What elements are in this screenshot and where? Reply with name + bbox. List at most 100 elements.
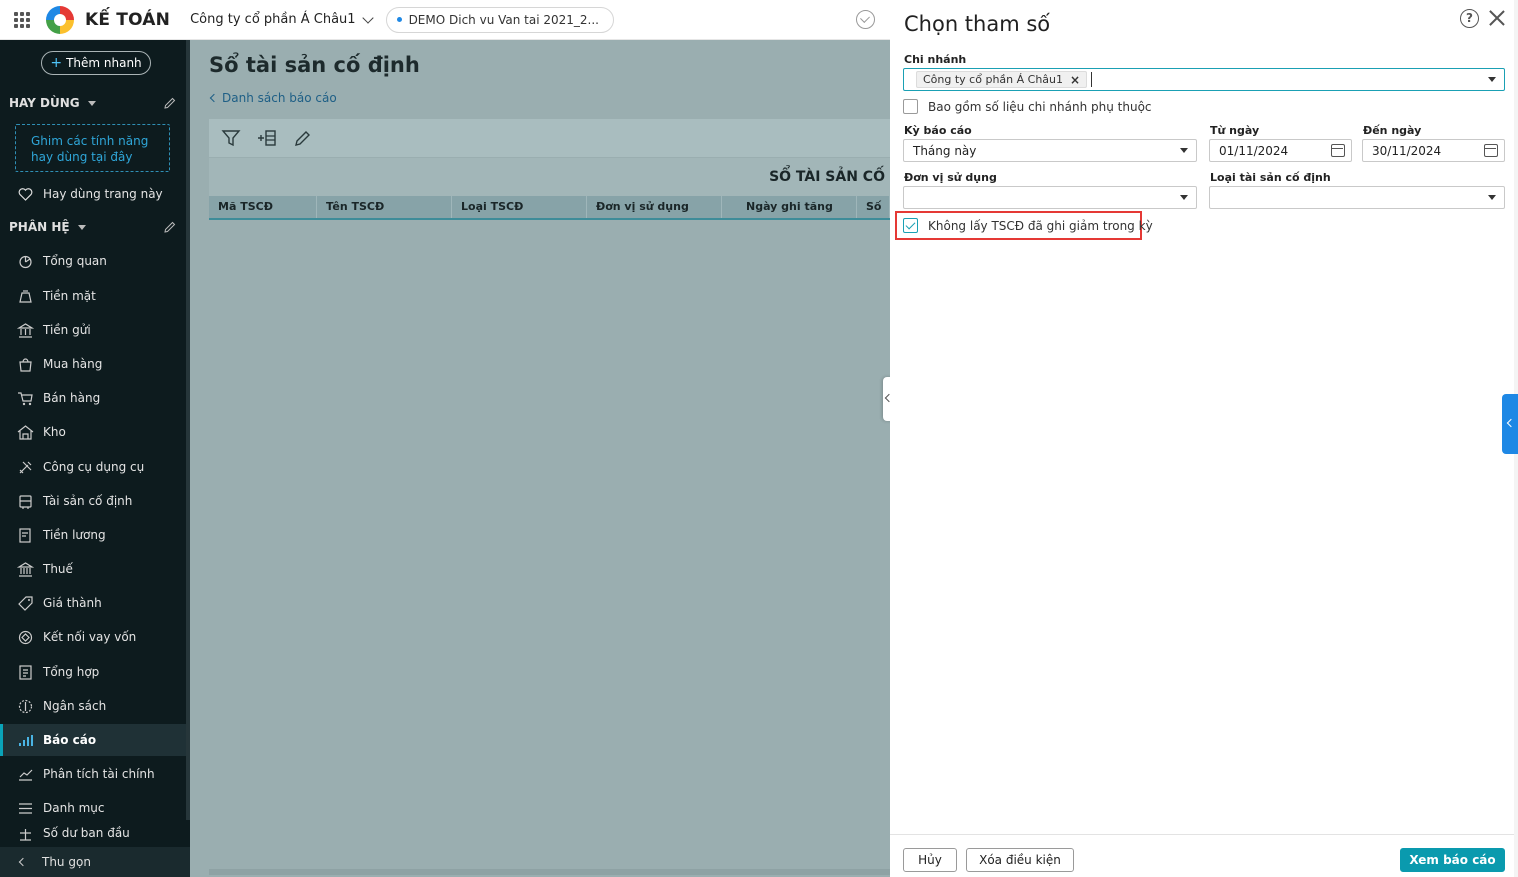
report-grid-header: Mã TSCĐ Tên TSCĐ Loại TSCĐ Đơn vị sử dụng Ng… <box>209 196 890 220</box>
chevron-left-icon <box>209 93 219 103</box>
calendar-icon[interactable] <box>1331 144 1345 157</box>
modules-section-header[interactable]: PHÂN HỆ <box>9 220 86 234</box>
column-header[interactable]: Tên TSCĐ <box>317 196 452 218</box>
heart-icon <box>18 187 33 201</box>
apps-grid-icon[interactable] <box>14 11 30 28</box>
sidebar-item-15[interactable]: Báo cáo <box>0 724 186 756</box>
include-sub-branch-checkbox[interactable] <box>903 99 918 114</box>
edit-icon[interactable] <box>293 129 313 147</box>
column-header[interactable]: Ngày ghi tăng <box>722 196 857 218</box>
report-toolbar <box>209 119 890 157</box>
calendar-icon[interactable] <box>1484 144 1498 157</box>
remove-tag-icon[interactable]: × <box>1070 73 1080 87</box>
database-name: DEMO Dich vu Van tai 2021_2... <box>408 12 599 27</box>
sidebar-item-6[interactable]: Kho <box>0 416 186 448</box>
sidebar-item-label: Tài sản cố định <box>43 494 133 508</box>
warehouse-icon <box>17 424 34 440</box>
column-header[interactable]: Mã TSCĐ <box>209 196 317 218</box>
parameter-panel: Chọn tham số ? Chi nhánh Công ty cổ phần… <box>890 0 1514 877</box>
sidebar-item-label: Tổng hợp <box>43 665 100 679</box>
sidebar-item-4[interactable]: Mua hàng <box>0 348 186 380</box>
database-selector[interactable]: DEMO Dich vu Van tai 2021_2... <box>385 6 614 33</box>
edit-favorites-icon[interactable] <box>164 97 176 109</box>
bank-deposit-icon <box>17 322 34 338</box>
clear-conditions-button[interactable]: Xóa điều kiện <box>966 848 1074 872</box>
collapse-label: Thu gọn <box>42 855 91 869</box>
cash-icon <box>19 289 32 303</box>
branch-multiselect[interactable]: Công ty cổ phần Á Châu1 × <box>903 68 1505 91</box>
branch-tag-label: Công ty cổ phần Á Châu1 <box>923 73 1064 86</box>
cart-icon <box>18 391 33 405</box>
view-report-button[interactable]: Xem báo cáo <box>1400 848 1505 872</box>
sidebar-item-label: Danh mục <box>43 801 105 815</box>
collapse-sidebar-button[interactable]: Thu gọn <box>0 847 190 877</box>
add-column-icon[interactable] <box>257 129 277 147</box>
sidebar-item-label: Tiền lương <box>43 528 106 542</box>
sidebar-item-16[interactable]: Phân tích tài chính <box>0 758 186 790</box>
include-sub-branch-label: Bao gồm số liệu chi nhánh phụ thuộc <box>928 99 1152 114</box>
from-date-input[interactable]: 01/11/2024 <box>1209 139 1352 162</box>
sidebar-item-3[interactable]: Tiền gửi <box>0 314 186 346</box>
from-date-value: 01/11/2024 <box>1219 143 1289 158</box>
caret-down-icon <box>87 100 96 106</box>
company-selector[interactable]: Công ty cổ phần Á Châu1 <box>190 11 374 27</box>
caret-down-icon[interactable] <box>1488 77 1496 82</box>
sidebar-item-18[interactable]: Số dư ban đầu <box>0 826 186 844</box>
sidebar-item-5[interactable]: Bán hàng <box>0 382 186 414</box>
period-value: Tháng này <box>913 143 977 158</box>
sidebar: + Thêm nhanh HAY DÙNG Ghim các tính năng… <box>0 40 190 877</box>
sidebar-item-label: Tiền mặt <box>43 289 96 303</box>
sidebar-item-9[interactable]: Tiền lương <box>0 519 186 551</box>
sidebar-item-1[interactable]: Tổng quan <box>0 245 186 277</box>
payroll-icon <box>19 527 31 543</box>
sidebar-item-label: Kết nối vay vốn <box>43 630 137 644</box>
sidebar-item-2[interactable]: Tiền mặt <box>0 280 186 312</box>
column-header[interactable]: Số C <box>857 196 890 218</box>
caret-down-icon <box>1180 195 1188 200</box>
report-chart-icon <box>19 734 33 746</box>
purchase-bag-icon <box>19 357 32 372</box>
column-header[interactable]: Loại TSCĐ <box>452 196 587 218</box>
page-title: Sổ tài sản cố định <box>209 53 420 77</box>
pin-hint-box: Ghim các tính năng hay dùng tại đây <box>15 124 170 172</box>
close-icon[interactable] <box>1488 9 1506 27</box>
chevron-left-icon <box>18 857 28 867</box>
exclude-reduced-assets-checkbox[interactable] <box>903 218 918 233</box>
sidebar-item-8[interactable]: Tài sản cố định <box>0 485 186 517</box>
download-icon[interactable] <box>856 10 875 29</box>
panel-title: Chọn tham số <box>904 12 1051 36</box>
filter-icon[interactable] <box>221 129 241 147</box>
exclude-reduced-assets-option[interactable]: Không lấy TSCĐ đã ghi giảm trong kỳ <box>903 218 1153 233</box>
from-date-label: Từ ngày <box>1210 124 1260 137</box>
sidebar-item-14[interactable]: Ngân sách <box>0 690 186 722</box>
sidebar-item-label: Công cụ dụng cụ <box>43 460 145 474</box>
report-heading-text: SỔ TÀI SẢN CỐ <box>769 169 885 185</box>
favorite-this-page[interactable]: Hay dùng trang này <box>0 178 186 210</box>
main-content-overlay: Sổ tài sản cố định Danh sách báo cáo SỔ … <box>190 40 890 877</box>
summary-icon <box>19 664 32 680</box>
asset-type-select[interactable] <box>1209 186 1505 209</box>
branch-label: Chi nhánh <box>904 53 967 66</box>
quick-add-button[interactable]: + Thêm nhanh <box>41 51 151 75</box>
department-select[interactable] <box>903 186 1197 209</box>
to-date-input[interactable]: 30/11/2024 <box>1362 139 1505 162</box>
sidebar-item-17[interactable]: Danh mục <box>0 792 186 824</box>
column-header[interactable]: Đơn vị sử dụng <box>587 196 722 218</box>
sidebar-item-label: Phân tích tài chính <box>43 767 155 781</box>
sidebar-item-10[interactable]: Thuế <box>0 553 186 585</box>
sidebar-item-12[interactable]: Kết nối vay vốn <box>0 621 186 653</box>
sidebar-item-label: Thuế <box>43 562 73 576</box>
sidebar-item-13[interactable]: Tổng hợp <box>0 656 186 688</box>
edit-modules-icon[interactable] <box>164 221 176 233</box>
horizontal-scrollbar[interactable] <box>209 869 890 875</box>
sidebar-item-7[interactable]: Công cụ dụng cụ <box>0 451 186 483</box>
sidebar-item-11[interactable]: Giá thành <box>0 587 186 619</box>
favorites-section-header[interactable]: HAY DÙNG <box>9 96 96 110</box>
help-icon[interactable]: ? <box>1460 9 1479 28</box>
expand-side-panel-tab[interactable] <box>1502 394 1518 454</box>
cancel-button[interactable]: Hủy <box>903 848 957 872</box>
period-select[interactable]: Tháng này <box>903 139 1197 162</box>
include-sub-branch-option[interactable]: Bao gồm số liệu chi nhánh phụ thuộc <box>903 99 1152 114</box>
back-to-report-list-link[interactable]: Danh sách báo cáo <box>209 91 337 105</box>
period-label: Kỳ báo cáo <box>904 124 972 137</box>
